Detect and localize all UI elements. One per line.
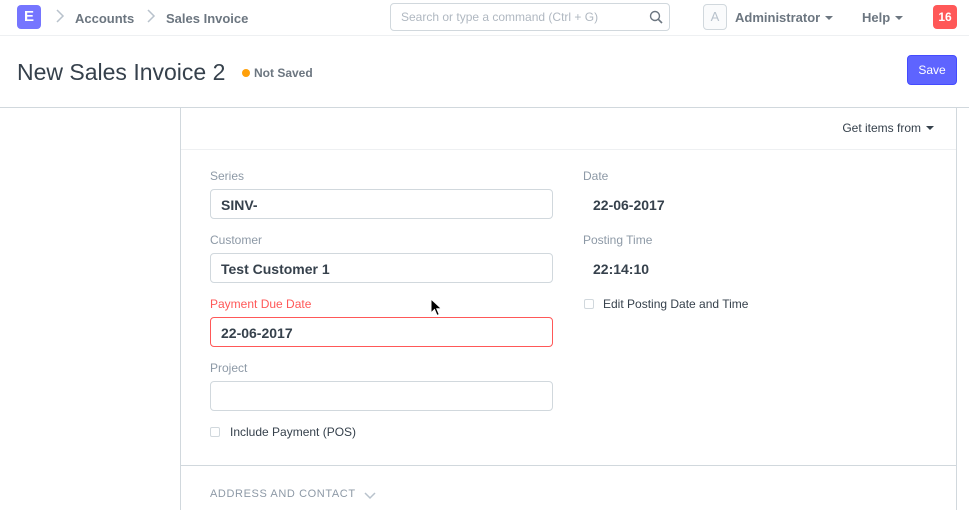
get-items-dropdown[interactable]: Get items from — [842, 121, 934, 135]
customer-label: Customer — [210, 233, 263, 247]
search-icon[interactable] — [649, 10, 663, 24]
series-input[interactable] — [221, 197, 541, 213]
include-payment-checkbox[interactable] — [210, 427, 220, 437]
avatar[interactable]: A — [703, 4, 727, 30]
posting-time-label: Posting Time — [583, 233, 653, 247]
chevron-right-icon — [146, 9, 156, 23]
payment-due-date-field[interactable] — [210, 317, 553, 347]
project-input[interactable] — [221, 389, 541, 405]
payment-due-date-input[interactable] — [221, 325, 541, 341]
breadcrumb-sales-invoice[interactable]: Sales Invoice — [166, 11, 248, 26]
user-menu[interactable]: Administrator — [735, 10, 834, 25]
project-label: Project — [210, 361, 248, 375]
payment-due-date-label: Payment Due Date — [210, 297, 312, 311]
navbar: E Accounts Sales Invoice A Administrator… — [0, 0, 969, 36]
section-address-contact[interactable]: ADDRESS AND CONTACT — [210, 488, 356, 500]
form-card: Get items from Series Customer Payment D… — [180, 108, 957, 510]
chevron-right-icon — [55, 9, 65, 23]
edit-posting-label: Edit Posting Date and Time — [603, 297, 749, 311]
get-items-label: Get items from — [842, 121, 921, 135]
save-button[interactable]: Save — [907, 55, 957, 85]
caret-down-icon — [926, 125, 934, 130]
help-menu[interactable]: Help — [862, 10, 904, 25]
breadcrumb-accounts[interactable]: Accounts — [75, 11, 134, 26]
section-divider — [181, 465, 956, 466]
help-label: Help — [862, 10, 891, 25]
page-title: New Sales Invoice 2 — [17, 59, 226, 85]
app-logo[interactable]: E — [17, 5, 41, 29]
search-input[interactable] — [401, 10, 641, 24]
mouse-cursor-icon — [430, 297, 444, 318]
form-toolbar: Get items from — [181, 108, 956, 150]
customer-field[interactable] — [210, 253, 553, 283]
series-label: Series — [210, 169, 245, 183]
notification-badge[interactable]: 16 — [933, 5, 957, 29]
date-label: Date — [583, 169, 609, 183]
page-head: New Sales Invoice 2 Not Saved Save — [0, 37, 969, 108]
caret-down-icon — [895, 15, 904, 20]
caret-down-icon — [825, 15, 834, 20]
status-badge: Not Saved — [254, 66, 313, 80]
date-value: 22-06-2017 — [593, 197, 665, 213]
user-name: Administrator — [735, 10, 821, 25]
series-field[interactable] — [210, 189, 553, 219]
include-payment-label: Include Payment (POS) — [230, 425, 357, 439]
chevron-down-icon[interactable] — [364, 488, 376, 500]
edit-posting-checkbox[interactable] — [584, 299, 594, 309]
project-field[interactable] — [210, 381, 553, 411]
status-indicator-dot — [242, 69, 250, 77]
posting-time-value: 22:14:10 — [593, 261, 650, 277]
customer-input[interactable] — [221, 261, 541, 277]
search-box[interactable] — [390, 3, 670, 31]
